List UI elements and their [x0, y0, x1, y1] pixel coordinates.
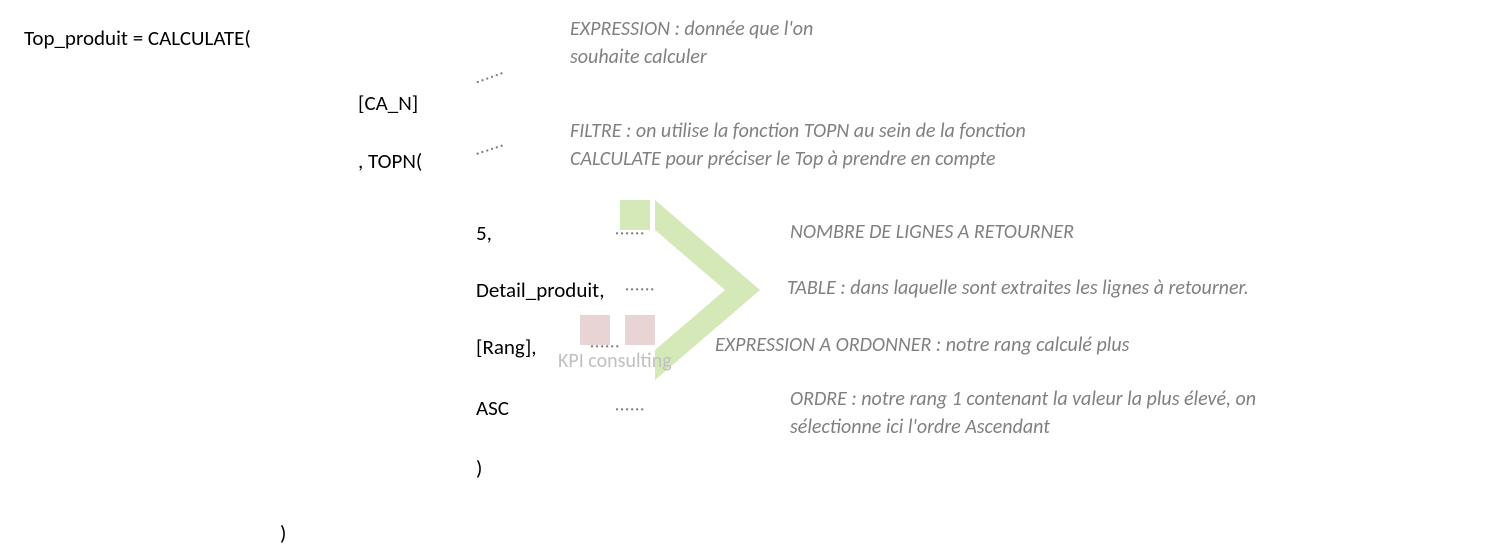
- connector-dots: ······: [615, 224, 645, 243]
- connector-dots: ······: [615, 400, 645, 419]
- annotation-line: CALCULATE pour préciser le Top à prendre…: [570, 147, 996, 171]
- code-topn-order: ASC: [476, 395, 509, 421]
- code-topn-close: ): [476, 455, 482, 481]
- annotation-line: EXPRESSION : donnée que l'on: [570, 17, 813, 41]
- code-calculate-close: ): [280, 520, 286, 546]
- code-topn-orderby: [Rang],: [476, 334, 537, 360]
- annotation-filter: FILTRE : on utilise la fonction TOPN au …: [570, 117, 1026, 173]
- connector-dots: ······: [473, 63, 508, 91]
- connector-dots: ······: [473, 136, 508, 163]
- connector-dots: ······: [590, 337, 620, 356]
- connector-dots: ······: [625, 280, 655, 299]
- annotation-line: sélectionne ici l'ordre Ascendant: [790, 415, 1050, 439]
- code-arg-topn: , TOPN(: [358, 148, 422, 174]
- annotation-order: ORDRE : notre rang 1 contenant la valeur…: [790, 385, 1256, 441]
- annotation-expression: EXPRESSION : donnée que l'on souhaite ca…: [570, 15, 813, 71]
- annotation-table: TABLE : dans laquelle sont extraites les…: [787, 274, 1249, 302]
- annotation-orderby: EXPRESSION A ORDONNER : notre rang calcu…: [715, 331, 1129, 359]
- annotation-line: souhaite calculer: [570, 45, 707, 69]
- code-arg-expression: [CA_N]: [358, 90, 418, 116]
- annotation-line: FILTRE : on utilise la fonction TOPN au …: [570, 119, 1026, 143]
- annotation-nlines: NOMBRE DE LIGNES A RETOURNER: [790, 218, 1074, 246]
- code-topn-n: 5,: [476, 220, 492, 246]
- annotation-line: ORDRE : notre rang 1 contenant la valeur…: [790, 387, 1256, 411]
- code-topn-table: Detail_produit,: [476, 277, 604, 303]
- code-measure-def: Top_produit = CALCULATE(: [24, 25, 251, 51]
